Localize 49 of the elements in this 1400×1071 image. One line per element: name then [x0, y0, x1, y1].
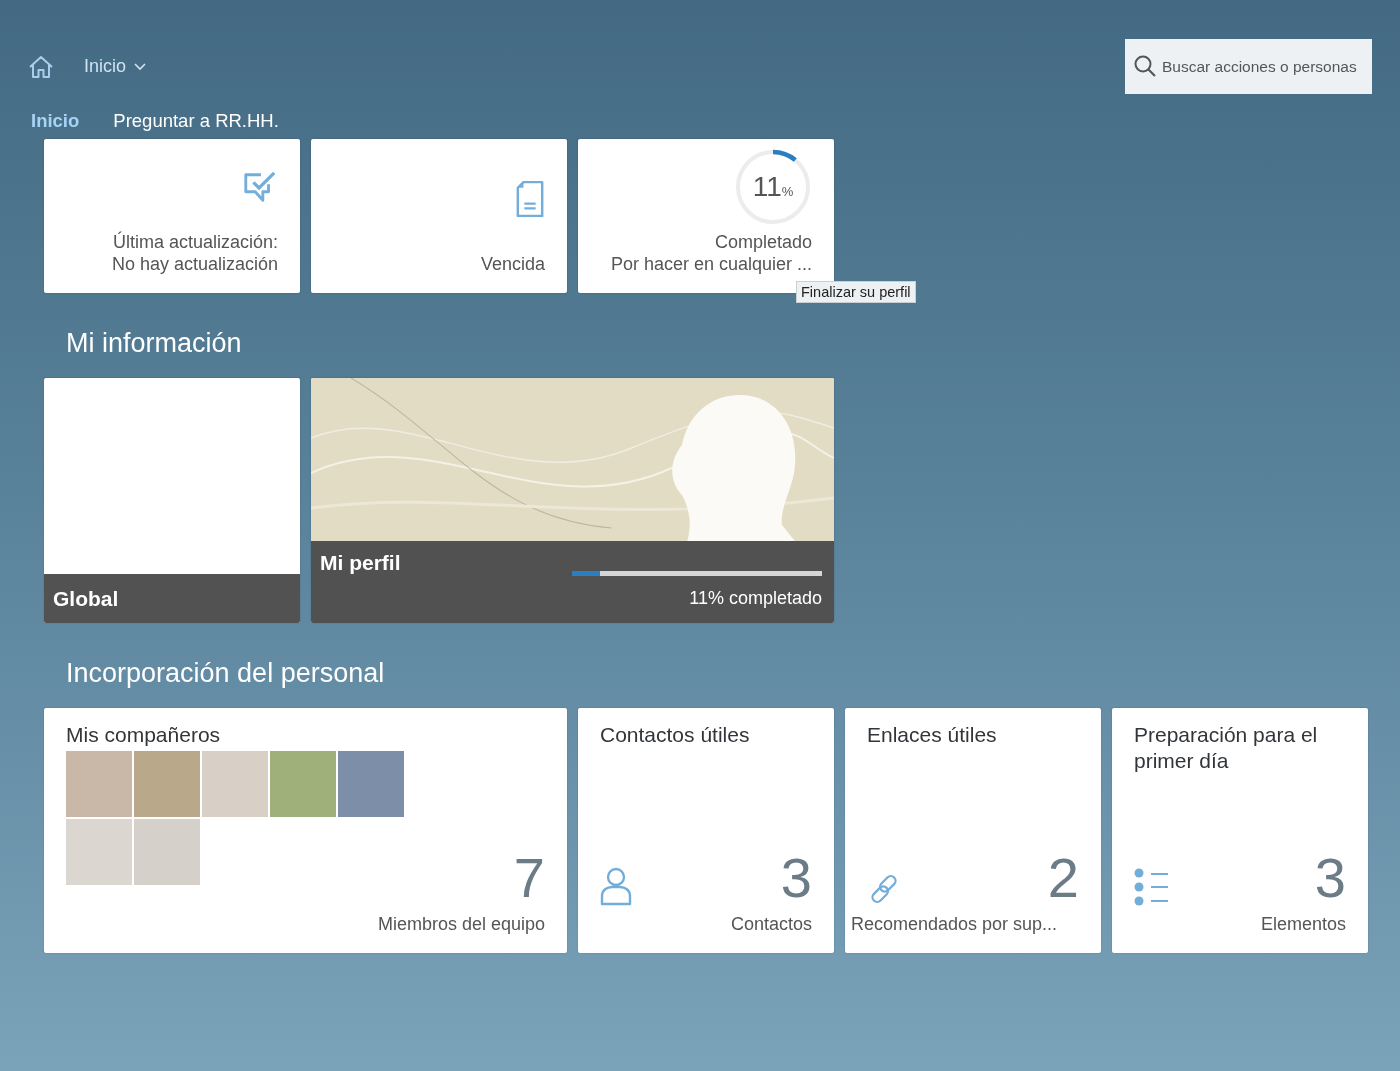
photo-placeholder: [134, 819, 200, 885]
home-icon[interactable]: [28, 54, 54, 79]
tile-text: Última actualización:: [112, 231, 278, 253]
profile-tile[interactable]: Mi perfil 11% completado: [311, 378, 834, 623]
chevron-down-icon: [134, 62, 147, 71]
tile[interactable]: Mis compañeros 7 Miembros del equipo: [44, 708, 567, 953]
section-title: Incorporación del personal: [66, 657, 386, 689]
photo-placeholder: [270, 751, 336, 817]
tile-text: No hay actualización: [111, 253, 278, 275]
tile-title: Mis compañeros: [66, 722, 222, 748]
tile[interactable]: Contactos útiles 3 Contactos: [578, 708, 834, 953]
tile-footer: Recomendados por sup...: [851, 914, 1058, 935]
percent-unit: %: [781, 183, 794, 199]
tile[interactable]: Preparación para el primer día 3 Elementos: [1112, 708, 1368, 953]
tile-title: Contactos útiles: [600, 722, 751, 748]
percent-value: 11: [752, 171, 782, 203]
tile-title: Preparación para el primer día: [1134, 722, 1319, 774]
kpi-number: 3: [780, 850, 812, 906]
search-field[interactable]: Buscar acciones o personas: [1125, 39, 1372, 94]
photo-placeholder: [66, 751, 132, 817]
progress-caption: 11% completado: [689, 588, 822, 609]
tile-text: Vencida: [480, 253, 545, 275]
photo-placeholder: [202, 751, 268, 817]
photo-placeholder: [66, 819, 132, 885]
tile[interactable]: Global: [44, 378, 300, 623]
tile[interactable]: Enlaces útiles 2 Recomendados por sup...: [845, 708, 1101, 953]
tile-footer: Contactos: [730, 914, 812, 935]
list-icon: [1134, 868, 1170, 906]
document-icon: [515, 179, 545, 219]
tile[interactable]: Vencida: [311, 139, 567, 293]
section-title: Mi información: [66, 327, 243, 359]
tile[interactable]: Última actualización: No hay actualización: [44, 139, 300, 293]
tile-footer: Miembros del equipo: [377, 914, 545, 935]
photo-placeholder: [338, 751, 404, 817]
tile-title: Global: [53, 586, 119, 611]
person-icon: [600, 866, 632, 906]
tab[interactable]: Preguntar a RR.HH.: [113, 110, 279, 132]
tile-title: Mi perfil: [320, 551, 401, 576]
kpi-number: 2: [1047, 850, 1079, 906]
search-icon: [1133, 54, 1157, 78]
kpi-number: 7: [513, 850, 545, 906]
home-menu-button[interactable]: Inicio: [84, 56, 147, 77]
photo-placeholder: [134, 751, 200, 817]
tile-title: Enlaces útiles: [867, 722, 998, 748]
tile-text: Por hacer en cualquier ...: [610, 253, 812, 275]
tooltip: Finalizar su perfil: [796, 281, 916, 303]
kpi-number: 3: [1314, 850, 1346, 906]
tile-text: Completado: [714, 231, 812, 253]
tile-footer: Elementos: [1260, 914, 1346, 935]
